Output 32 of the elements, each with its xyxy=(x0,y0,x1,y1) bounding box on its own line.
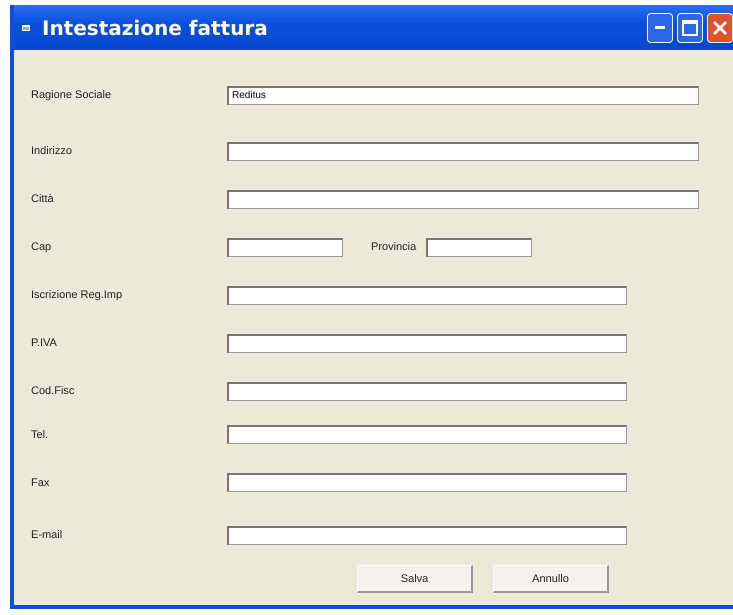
maximize-icon xyxy=(682,20,698,36)
text-field[interactable] xyxy=(227,526,627,544)
field-label: Fax xyxy=(31,476,50,488)
text-field[interactable] xyxy=(227,142,699,160)
dialog-button[interactable]: Salva xyxy=(357,565,473,593)
field-label: Cap xyxy=(31,241,52,253)
minimize-button[interactable] xyxy=(647,12,673,42)
close-button[interactable] xyxy=(707,12,733,42)
dialog-button[interactable]: Annullo xyxy=(493,565,609,593)
text-field[interactable]: Reditus xyxy=(227,86,699,104)
field-label: Ragione Sociale xyxy=(31,89,112,101)
field-label: Tel. xyxy=(31,428,50,440)
text-field[interactable] xyxy=(227,238,343,256)
field-label: Indirizzo xyxy=(31,145,73,157)
field-label: E-mail xyxy=(31,529,64,541)
field-label: Iscrizione Reg.Imp xyxy=(31,289,124,301)
text-field[interactable] xyxy=(227,190,699,208)
field-label: Città xyxy=(31,193,55,205)
window-title: Intestazione fattura xyxy=(42,16,268,40)
field-label: Provincia xyxy=(371,241,416,253)
close-icon xyxy=(712,20,728,36)
maximize-button[interactable] xyxy=(677,12,703,42)
minimize-icon xyxy=(655,26,665,29)
text-field[interactable] xyxy=(227,286,627,304)
text-field[interactable] xyxy=(426,238,532,256)
text-field[interactable] xyxy=(227,382,627,400)
window-icon xyxy=(22,24,30,30)
text-field[interactable] xyxy=(227,334,627,352)
field-label: Cod.Fisc xyxy=(31,385,76,397)
text-field[interactable] xyxy=(227,425,627,444)
field-label: P.IVA xyxy=(31,337,58,349)
text-field[interactable] xyxy=(227,473,627,492)
